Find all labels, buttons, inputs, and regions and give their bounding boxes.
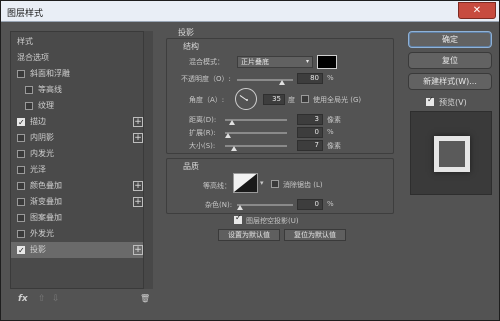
checkbox[interactable] (17, 115, 25, 131)
sidebar-item-bevel-emboss[interactable]: 斜面和浮雕 (11, 66, 152, 82)
sidebar-item-outer-glow[interactable]: 外发光 (11, 226, 152, 242)
sidebar-item-contour[interactable]: 等高线 (11, 82, 152, 98)
blend-options-item[interactable]: 混合选项 (11, 50, 152, 66)
checkbox[interactable] (17, 230, 25, 238)
noise-input[interactable]: 0 (297, 199, 323, 210)
style-list: 样式 混合选项 斜面和浮雕 等高线 纹理 描边 + 内阴影 + 内 (10, 31, 153, 289)
add-icon[interactable]: + (133, 245, 143, 255)
checkbox[interactable] (25, 86, 33, 94)
distance-input[interactable]: 3 (297, 114, 323, 125)
knockout-checkbox[interactable] (234, 213, 242, 224)
add-icon[interactable]: + (133, 117, 143, 127)
preview-label: 预览(V) (439, 98, 467, 107)
checkbox[interactable] (17, 150, 25, 158)
preview-checkbox[interactable] (426, 95, 434, 106)
sidebar-item-color-overlay[interactable]: 颜色叠加 + (11, 178, 152, 194)
style-list-header[interactable]: 样式 (11, 34, 152, 50)
distance-slider-thumb[interactable] (229, 120, 235, 125)
noise-unit: % (327, 200, 334, 208)
ok-button[interactable]: 确定 (408, 31, 492, 48)
knockout-label: 图层挖空投影(U) (246, 217, 299, 225)
distance-unit: 像素 (327, 116, 341, 124)
move-down-icon[interactable]: ⇩ (52, 294, 60, 304)
size-slider-thumb[interactable] (231, 146, 237, 151)
contour-label: 等高线： (203, 182, 231, 190)
antialias-label: 消除锯齿 (L) (283, 181, 323, 189)
opacity-label: 不透明度（O）: (181, 75, 231, 83)
antialias-checkbox[interactable] (271, 180, 279, 188)
close-icon: ✕ (472, 5, 482, 16)
chevron-down-icon[interactable]: ▾ (260, 179, 264, 187)
reset-default-button[interactable]: 复位为默认值 (284, 229, 346, 241)
checkbox[interactable] (17, 198, 25, 206)
add-icon[interactable]: + (133, 133, 143, 143)
new-style-button[interactable]: 新建样式(W)... (408, 73, 492, 90)
window-title: 图层样式 (7, 9, 44, 19)
set-default-button[interactable]: 设置为默认值 (218, 229, 280, 241)
distance-label: 距离(D): (189, 116, 217, 124)
checkbox[interactable] (17, 70, 25, 78)
spread-unit: % (327, 128, 334, 136)
layer-style-dialog: 图层样式 ✕ 样式 混合选项 斜面和浮雕 等高线 纹理 描边 + (0, 0, 500, 321)
checkbox[interactable] (25, 102, 33, 110)
checkbox[interactable] (17, 214, 25, 222)
angle-dial[interactable] (235, 88, 257, 110)
close-button[interactable]: ✕ (458, 2, 496, 19)
shadow-color-swatch[interactable] (317, 55, 337, 69)
sidebar-item-inner-shadow[interactable]: 内阴影 + (11, 130, 152, 146)
drop-shadow-panel: 投影 结构 混合模式： 正片叠底 ▾ 不透明度（O）: 80 % 角度（A）: … (166, 28, 396, 251)
sidebar-item-satin[interactable]: 光泽 (11, 162, 152, 178)
noise-slider[interactable] (237, 204, 293, 206)
checkbox[interactable] (17, 134, 25, 142)
global-light-label: 使用全局光 (G) (313, 96, 362, 104)
checkbox[interactable] (17, 166, 25, 174)
quality-group: 品质 等高线： ▾ 消除锯齿 (L) 杂色(N): 0 % (166, 158, 394, 214)
blend-mode-label: 混合模式： (189, 58, 224, 66)
fx-icon[interactable]: fx (18, 294, 28, 304)
angle-input[interactable]: 35 (263, 94, 285, 105)
sidebar-item-stroke[interactable]: 描边 + (11, 114, 152, 131)
move-up-icon[interactable]: ⇧ (38, 294, 46, 304)
trash-icon[interactable]: 🗑 (140, 294, 150, 303)
noise-label: 杂色(N): (205, 201, 233, 209)
spread-label: 扩展(R): (189, 129, 216, 137)
sidebar-item-texture[interactable]: 纹理 (11, 98, 152, 114)
size-input[interactable]: 7 (297, 140, 323, 151)
sidebar-item-gradient-overlay[interactable]: 渐变叠加 + (11, 194, 152, 210)
checkbox[interactable] (17, 243, 25, 259)
panel-title: 投影 (178, 28, 194, 37)
size-label: 大小(S): (189, 142, 216, 150)
reset-button[interactable]: 复位 (408, 52, 492, 69)
sidebar-item-pattern-overlay[interactable]: 图案叠加 (11, 210, 152, 226)
structure-title: 结构 (183, 42, 199, 51)
spread-slider[interactable] (225, 132, 287, 134)
opacity-input[interactable]: 80 (297, 73, 323, 84)
size-unit: 像素 (327, 142, 341, 150)
style-preview (410, 111, 492, 195)
opacity-unit: % (327, 74, 334, 82)
spread-slider-thumb[interactable] (225, 133, 231, 138)
chevron-down-icon: ▾ (305, 58, 309, 65)
preview-thumbnail (434, 136, 470, 172)
structure-group: 结构 混合模式： 正片叠底 ▾ 不透明度（O）: 80 % 角度（A）: 35 … (166, 38, 394, 154)
global-light-checkbox[interactable] (301, 95, 309, 103)
noise-slider-thumb[interactable] (237, 205, 243, 210)
checkbox[interactable] (17, 182, 25, 190)
angle-unit: 度 (288, 96, 295, 104)
title-bar: 图层样式 ✕ (1, 1, 499, 22)
sidebar-item-drop-shadow[interactable]: 投影 + (11, 242, 152, 259)
spread-input[interactable]: 0 (297, 127, 323, 138)
angle-label: 角度（A）: (189, 96, 225, 104)
style-list-scrollbar[interactable] (143, 31, 153, 289)
quality-title: 品质 (183, 162, 199, 171)
sidebar-item-inner-glow[interactable]: 内发光 (11, 146, 152, 162)
contour-picker[interactable] (233, 173, 258, 193)
add-icon[interactable]: + (133, 181, 143, 191)
style-list-toolbar: fx ⇧ ⇩ 🗑 (10, 292, 153, 310)
add-icon[interactable]: + (133, 197, 143, 207)
blend-mode-select[interactable]: 正片叠底 ▾ (237, 56, 313, 68)
opacity-slider-thumb[interactable] (279, 80, 285, 85)
